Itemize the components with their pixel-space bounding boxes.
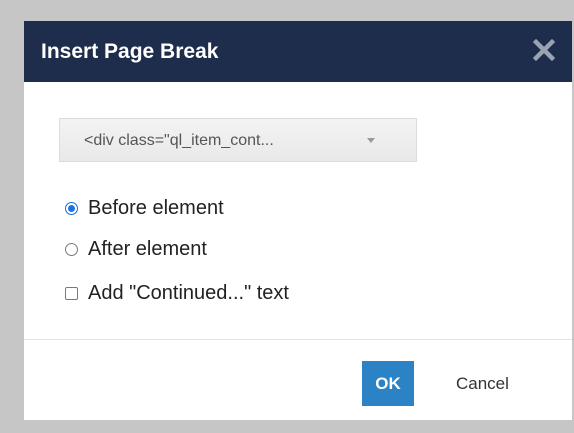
ok-button[interactable]: OK	[362, 361, 414, 406]
cancel-button[interactable]: Cancel	[456, 361, 509, 406]
add-continued-text-label: Add "Continued..." text	[88, 282, 289, 304]
dialog-titlebar: Insert Page Break	[24, 21, 572, 82]
before-element-option[interactable]: Before element	[65, 195, 224, 221]
insert-page-break-dialog: Insert Page Break <div class="ql_item_co…	[24, 21, 572, 420]
element-select[interactable]: <div class="ql_item_cont...	[59, 118, 417, 162]
dialog-title: Insert Page Break	[41, 40, 219, 63]
after-element-label: After element	[88, 238, 207, 260]
add-continued-text-option[interactable]: Add "Continued..." text	[65, 280, 289, 306]
after-element-radio[interactable]	[65, 242, 78, 256]
dropdown-arrow-icon	[367, 138, 375, 143]
close-icon[interactable]	[529, 35, 559, 65]
before-element-radio[interactable]	[65, 201, 78, 215]
before-element-label: Before element	[88, 197, 224, 219]
element-select-value: <div class="ql_item_cont...	[84, 132, 274, 149]
footer-divider	[24, 339, 572, 340]
add-continued-text-checkbox[interactable]	[65, 286, 78, 300]
after-element-option[interactable]: After element	[65, 236, 207, 262]
